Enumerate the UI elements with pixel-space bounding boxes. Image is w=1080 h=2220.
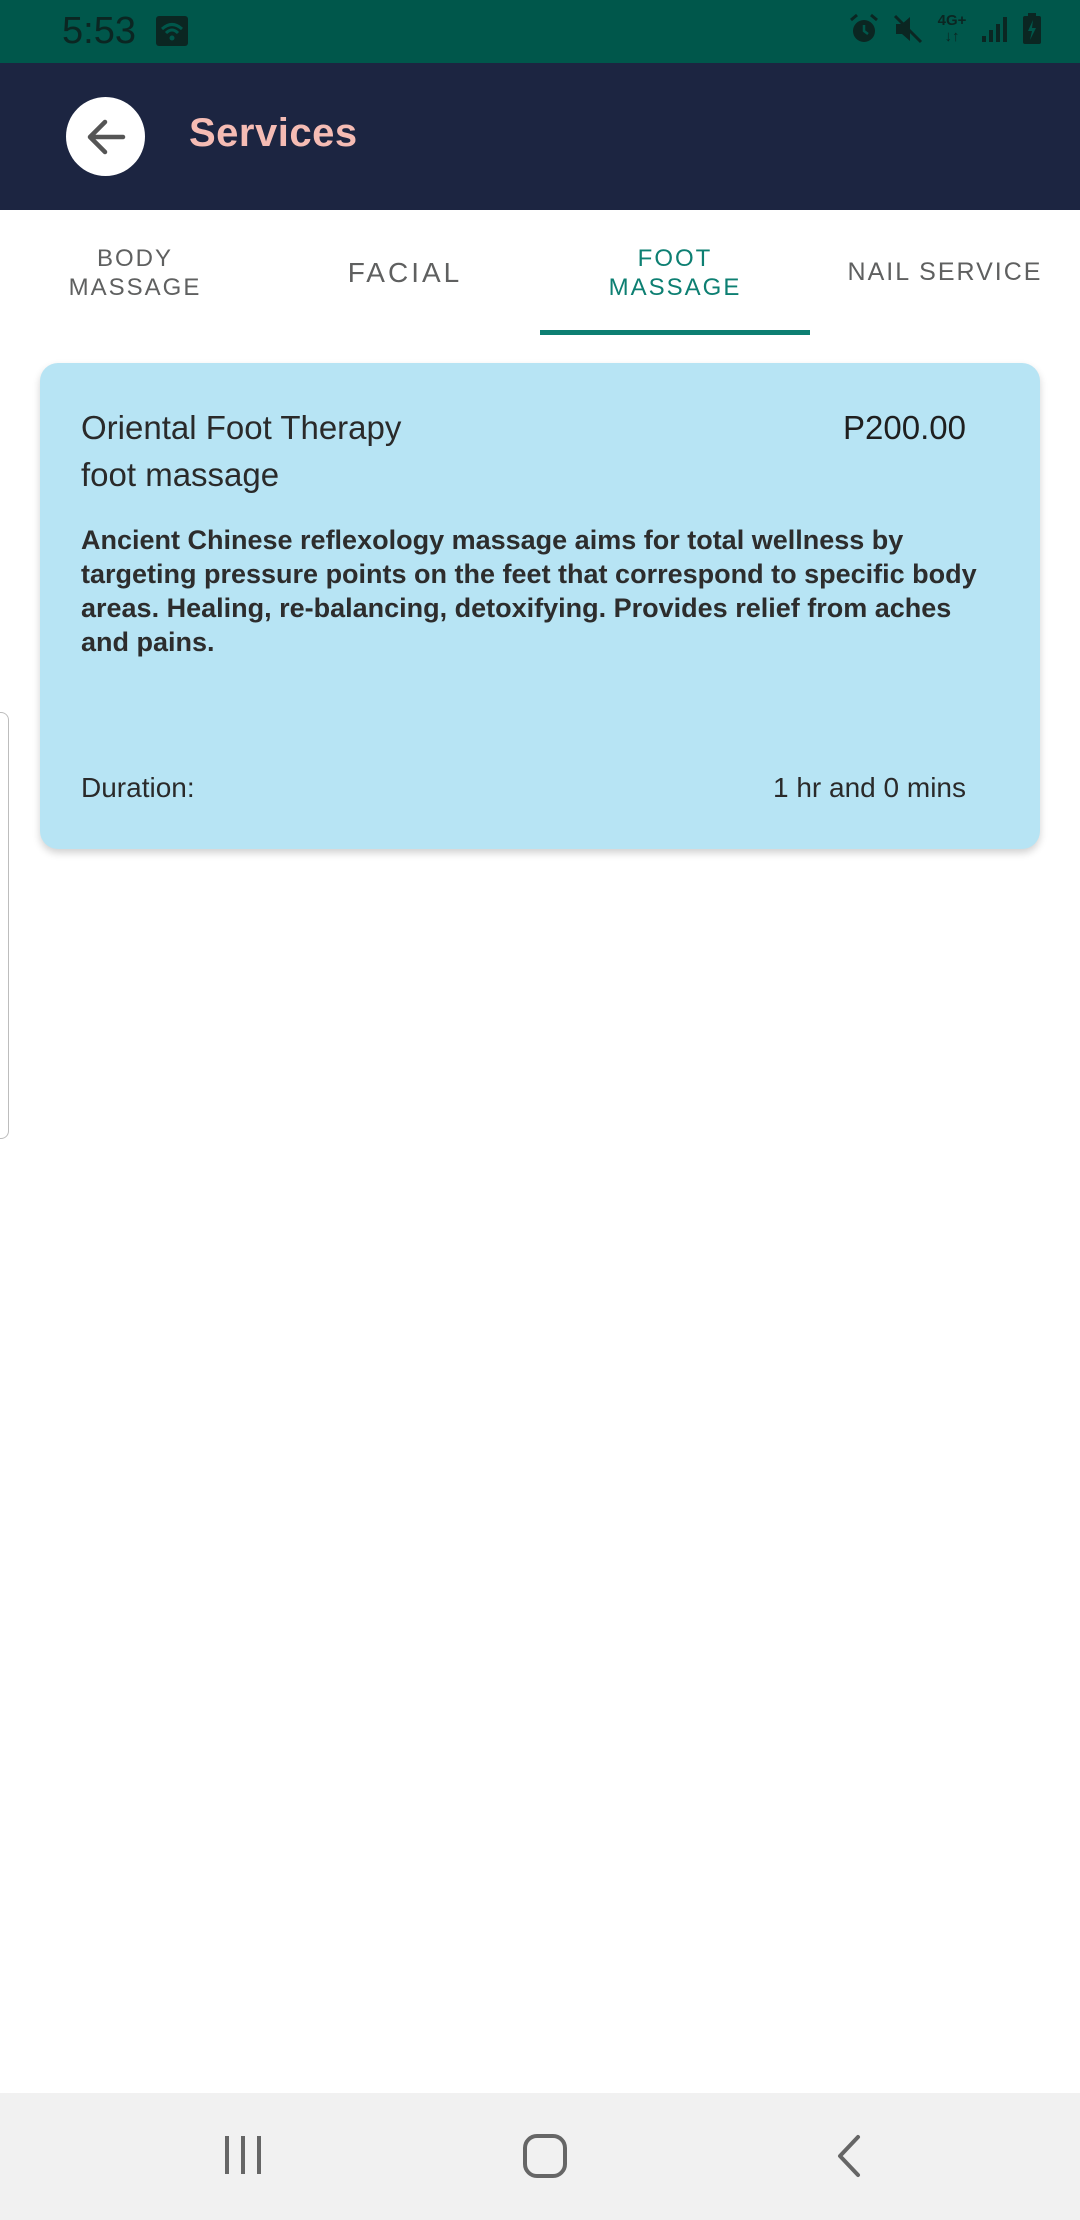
status-time: 5:53	[62, 10, 136, 52]
tab-label: FACIAL	[347, 257, 463, 288]
signal-icon	[980, 14, 1010, 44]
back-button[interactable]	[66, 97, 145, 176]
system-nav-bar	[0, 2093, 1080, 2220]
service-description: Ancient Chinese reflexology massage aims…	[81, 525, 977, 657]
service-category-tabs: BODY MASSAGE FACIAL FOOT MASSAGE NAIL SE…	[0, 210, 1080, 335]
tab-label: NAIL SERVICE	[847, 258, 1043, 286]
status-bar: 5:53 4G+ ↓↑	[0, 0, 1080, 63]
mute-icon	[892, 13, 924, 45]
service-category: foot massage	[81, 456, 280, 493]
tab-foot-massage[interactable]: FOOT MASSAGE	[540, 210, 810, 335]
recents-icon	[225, 2136, 261, 2174]
tab-body-massage[interactable]: BODY MASSAGE	[0, 210, 270, 335]
page-title: Services	[189, 111, 358, 155]
tab-nail-service[interactable]: NAIL SERVICE	[810, 210, 1080, 335]
home-button[interactable]	[522, 2133, 568, 2184]
service-price: P200.00	[843, 409, 966, 446]
tab-label: FOOT MASSAGE	[608, 244, 742, 301]
network-type-label: 4G+ ↓↑	[937, 12, 967, 45]
recents-button[interactable]	[222, 2133, 264, 2182]
service-name: Oriental Foot Therapy	[81, 409, 402, 446]
edge-panel-handle[interactable]	[0, 712, 9, 1139]
duration-value: 1 hr and 0 mins	[773, 772, 966, 803]
nav-back-button[interactable]	[834, 2133, 866, 2184]
back-icon	[838, 2135, 860, 2177]
app-bar: Services	[0, 63, 1080, 210]
alarm-icon	[848, 12, 880, 46]
arrow-left-icon	[87, 119, 125, 154]
tab-label: BODY MASSAGE	[68, 244, 202, 301]
home-icon	[523, 2134, 567, 2178]
service-card[interactable]: Oriental Foot Therapy foot massage P200.…	[40, 363, 1040, 849]
wifi-icon	[156, 16, 188, 51]
duration-label: Duration:	[81, 772, 195, 803]
battery-charging-icon	[1022, 13, 1042, 45]
tab-facial[interactable]: FACIAL	[270, 210, 540, 335]
